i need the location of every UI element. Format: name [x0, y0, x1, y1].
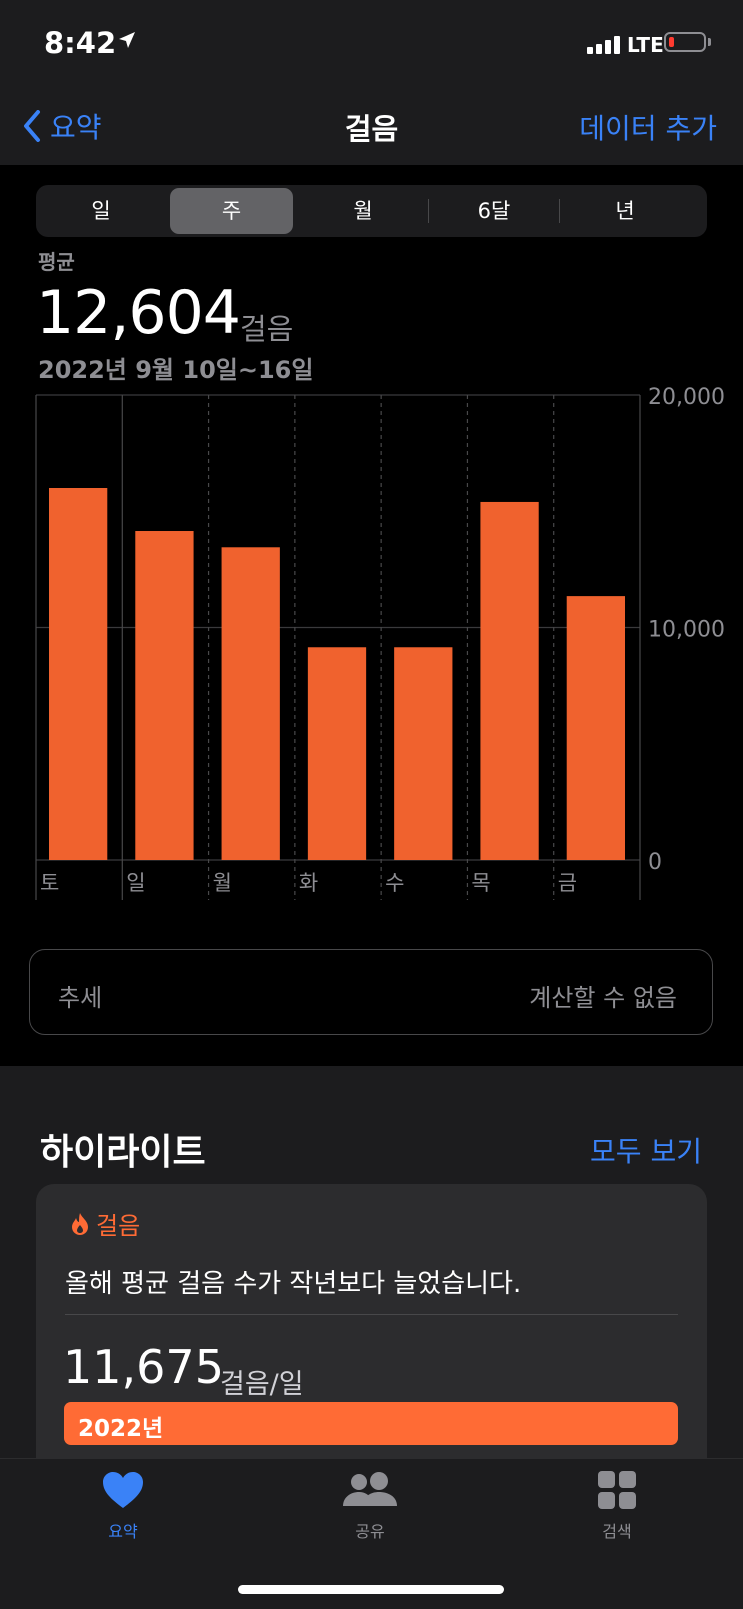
battery-icon [664, 32, 706, 52]
highlight-card-category: 걸음 [70, 1206, 140, 1241]
status-time: 8:42 [44, 26, 117, 60]
x-tick-label: 월 [213, 871, 232, 895]
battery-tip [708, 38, 711, 46]
location-arrow-icon [117, 30, 137, 54]
x-tick-label: 목 [471, 871, 490, 895]
average-label: 평균 [38, 250, 75, 274]
highlight-value: 11,675 [63, 1340, 224, 1394]
tab-summary-label: 요약 [108, 1522, 138, 1541]
tab-browse[interactable]: 검색 [537, 1470, 697, 1542]
home-indicator [238, 1585, 504, 1594]
average-unit: 걸음 [240, 312, 294, 346]
highlights-title: 하이라이트 [40, 1132, 206, 1173]
highlight-category-label: 걸음 [96, 1212, 141, 1240]
tab-sharing-label: 공유 [355, 1522, 385, 1541]
segment-6month[interactable]: 6달 [429, 185, 559, 237]
y-tick-label: 10,000 [648, 618, 725, 643]
back-button[interactable]: 요약 [22, 106, 102, 146]
segment-day[interactable]: 일 [36, 185, 166, 237]
chart-bar [307, 647, 367, 860]
network-label: LTE [627, 33, 664, 57]
period-segmented-control: 일 주 월 6달 년 [36, 185, 707, 237]
battery-level [669, 37, 674, 47]
chart-bar [480, 501, 539, 860]
date-range: 2022년 9월 10일~16일 [38, 356, 314, 384]
people-icon [343, 1472, 397, 1506]
highlight-text: 올해 평균 걸음 수가 작년보다 늘었습니다. [65, 1269, 522, 1299]
highlight-bar-label: 2022년 [78, 1416, 164, 1442]
y-tick-label: 0 [648, 850, 662, 875]
steps-bar-chart[interactable]: 20,000 10,000 0 토 일 월 화 수 목 금 [0, 385, 743, 905]
chart-bar [49, 488, 108, 860]
average-value: 12,604 [36, 278, 241, 348]
x-tick-label: 금 [558, 871, 577, 895]
segment-year[interactable]: 년 [560, 185, 690, 237]
segment-week[interactable]: 주 [170, 188, 293, 234]
chart-bar [566, 596, 625, 860]
heart-icon [103, 1472, 143, 1508]
tab-sharing[interactable]: 공유 [290, 1470, 450, 1542]
chart-bar [221, 547, 280, 860]
chevron-left-icon [24, 110, 40, 142]
x-tick-label: 수 [385, 871, 404, 895]
highlight-unit: 걸음/일 [220, 1369, 304, 1400]
x-tick-label: 일 [126, 871, 145, 895]
back-label: 요약 [50, 111, 102, 144]
trend-label: 추세 [58, 984, 103, 1012]
y-tick-label: 20,000 [648, 385, 725, 410]
chart-bar [135, 531, 194, 860]
segment-month[interactable]: 월 [298, 185, 428, 237]
tab-summary[interactable]: 요약 [43, 1470, 203, 1542]
grid-icon [598, 1471, 636, 1509]
see-all-link[interactable]: 모두 보기 [590, 1130, 702, 1170]
trend-value: 계산할 수 없음 [529, 984, 677, 1012]
x-tick-label: 토 [40, 871, 59, 895]
x-tick-label: 화 [299, 871, 318, 895]
add-data-button[interactable]: 데이터 추가 [579, 107, 717, 147]
tab-browse-label: 검색 [602, 1522, 632, 1541]
signal-icon [587, 36, 623, 54]
flame-icon [72, 1212, 88, 1235]
chart-bar [394, 647, 453, 860]
card-divider [65, 1314, 678, 1315]
